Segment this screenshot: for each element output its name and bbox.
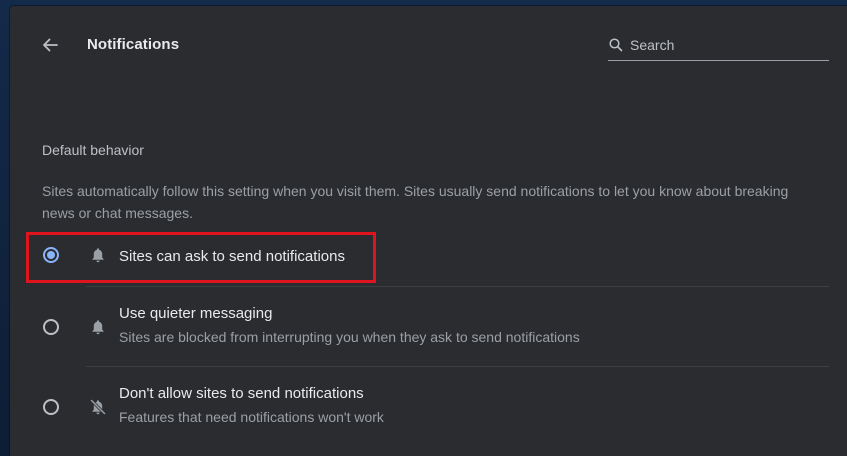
bell-off-icon: [90, 399, 106, 415]
settings-panel: Notifications Default behavior Sites aut…: [10, 6, 847, 456]
bell-icon: [92, 248, 104, 263]
option-sublabel: Sites are blocked from interrupting you …: [119, 329, 580, 345]
radio-sites-can-ask[interactable]: [43, 247, 59, 263]
radio-quieter-messaging[interactable]: [43, 319, 59, 335]
desktop-background: Notifications Default behavior Sites aut…: [0, 0, 847, 456]
bell-icon: [92, 320, 104, 335]
option-dont-allow[interactable]: Don't allow sites to send notifications …: [30, 382, 830, 432]
search-input[interactable]: [630, 34, 825, 56]
divider: [86, 366, 829, 367]
radio-dont-allow[interactable]: [43, 399, 59, 415]
option-sublabel: Features that need notifications won't w…: [119, 409, 384, 425]
search-box[interactable]: [608, 34, 829, 61]
back-button[interactable]: [38, 33, 62, 57]
option-sites-can-ask[interactable]: Sites can ask to send notifications: [30, 242, 830, 272]
divider: [86, 286, 829, 287]
section-title: Default behavior: [42, 142, 144, 158]
arrow-left-icon: [43, 38, 58, 52]
page-title: Notifications: [87, 36, 180, 53]
option-label: Don't allow sites to send notifications: [119, 385, 364, 402]
option-quieter-messaging[interactable]: Use quieter messaging Sites are blocked …: [30, 302, 830, 352]
section-description: Sites automatically follow this setting …: [42, 183, 789, 221]
search-icon: [609, 38, 623, 52]
option-label: Sites can ask to send notifications: [119, 248, 345, 265]
option-label: Use quieter messaging: [119, 305, 273, 322]
page-header: Notifications: [10, 6, 847, 84]
